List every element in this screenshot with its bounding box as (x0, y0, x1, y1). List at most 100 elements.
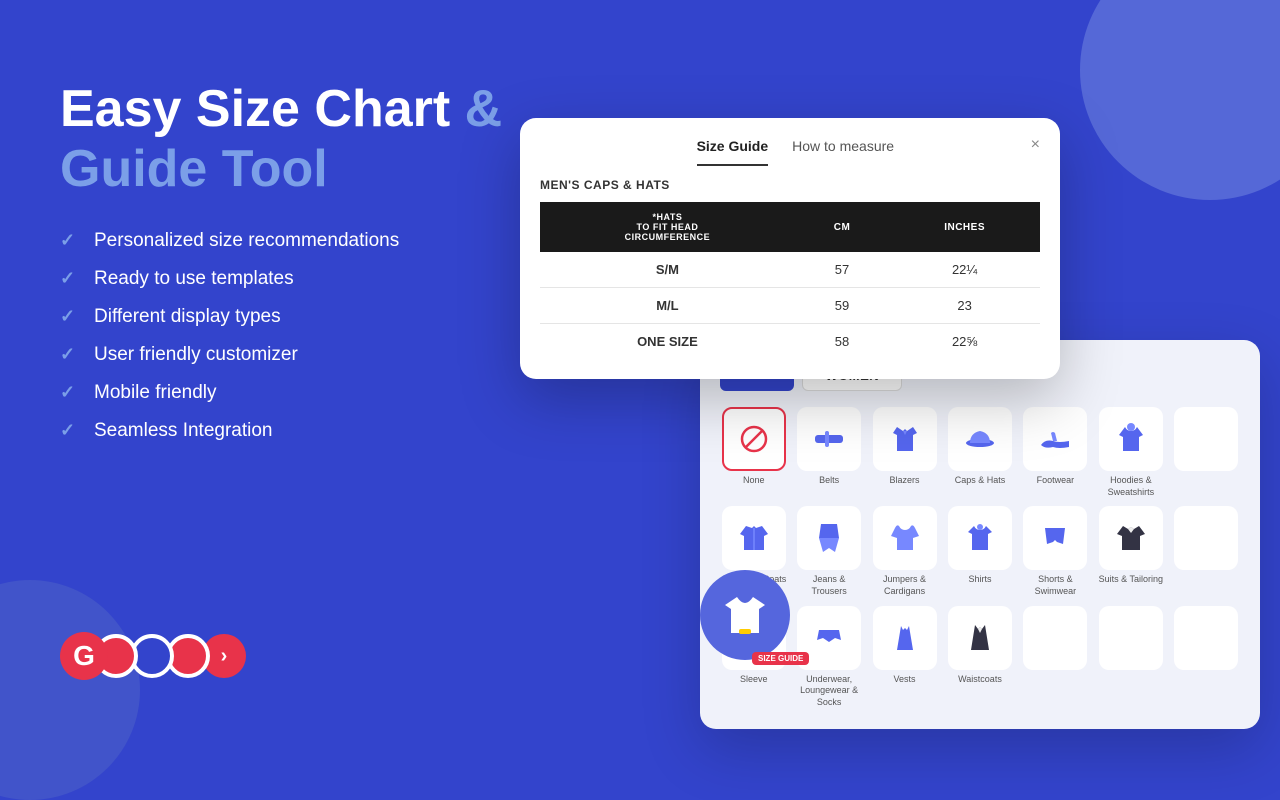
feature-item-3: ✓ Different display types (60, 306, 520, 328)
col-header-cm: CM (795, 202, 889, 252)
category-jeans[interactable]: Jeans & Trousers (795, 506, 862, 597)
category-empty-5 (1173, 606, 1240, 709)
inches-sm: 22¼ (889, 252, 1040, 288)
category-none-label: None (743, 475, 765, 487)
logo-circles (102, 634, 210, 678)
cm-sm: 57 (795, 252, 889, 288)
jumpers-icon-box (873, 506, 937, 570)
features-list: ✓ Personalized size recommendations ✓ Re… (60, 230, 520, 442)
cm-ml: 59 (795, 288, 889, 324)
category-underwear-label: Underwear, Loungewear & Socks (795, 674, 862, 709)
col-header-size: *HATSTO FIT HEADCIRCUMFERENCE (540, 202, 795, 252)
category-belts[interactable]: Belts (795, 407, 862, 498)
vests-icon-box (873, 606, 937, 670)
category-hoodies[interactable]: Hoodies & Sweatshirts (1097, 407, 1164, 498)
category-waistcoats[interactable]: Waistcoats (946, 606, 1013, 709)
card-header: Size Guide How to measure × (520, 118, 1060, 166)
category-blazers[interactable]: Blazers (871, 407, 938, 498)
category-waistcoats-label: Waistcoats (958, 674, 1002, 686)
logo: G › (60, 632, 246, 680)
none-icon-box (722, 407, 786, 471)
card-body: MEN'S CAPS & HATS *HATSTO FIT HEADCIRCUM… (520, 166, 1060, 379)
category-empty-1 (1173, 407, 1240, 498)
table-row-ml: M/L 59 23 (540, 288, 1040, 324)
inches-ml: 23 (889, 288, 1040, 324)
tab-how-to-measure[interactable]: How to measure (792, 138, 894, 166)
empty-2-box (1174, 506, 1238, 570)
suits-icon-box (1099, 506, 1163, 570)
category-shorts[interactable]: Shorts & Swimwear (1022, 506, 1089, 597)
belts-icon-box (797, 407, 861, 471)
category-card: MEN WOMEN None Belts (700, 340, 1260, 729)
category-belts-label: Belts (819, 475, 839, 487)
check-icon-6: ✓ (60, 420, 80, 441)
category-vests[interactable]: Vests (871, 606, 938, 709)
floating-shirt (700, 570, 790, 660)
feature-item-5: ✓ Mobile friendly (60, 382, 520, 404)
category-jeans-label: Jeans & Trousers (795, 574, 862, 597)
empty-3-box (1023, 606, 1087, 670)
main-title: Easy Size Chart & Guide Tool (60, 80, 520, 200)
left-panel: Easy Size Chart & Guide Tool ✓ Personali… (60, 80, 520, 442)
size-table: *HATSTO FIT HEADCIRCUMFERENCE CM INCHES … (540, 202, 1040, 359)
logo-letter: G (60, 632, 108, 680)
empty-1-box (1174, 407, 1238, 471)
tab-size-guide[interactable]: Size Guide (697, 138, 769, 166)
feature-item-6: ✓ Seamless Integration (60, 420, 520, 442)
blazers-icon-box (873, 407, 937, 471)
category-sleeve-label: Sleeve (740, 674, 768, 686)
table-row-onesize: ONE SIZE 58 22⅝ (540, 324, 1040, 360)
cm-onesize: 58 (795, 324, 889, 360)
category-shirts[interactable]: Shirts (946, 506, 1013, 597)
category-shorts-label: Shorts & Swimwear (1022, 574, 1089, 597)
category-jumpers[interactable]: Jumpers & Cardigans (871, 506, 938, 597)
category-empty-2 (1173, 506, 1240, 597)
footwear-icon-box (1023, 407, 1087, 471)
jackets-icon-box (722, 506, 786, 570)
empty-5-box (1174, 606, 1238, 670)
category-shirts-label: Shirts (968, 574, 991, 586)
check-icon-5: ✓ (60, 382, 80, 403)
category-blazers-label: Blazers (890, 475, 920, 487)
category-jumpers-label: Jumpers & Cardigans (871, 574, 938, 597)
col-header-inches: INCHES (889, 202, 1040, 252)
category-hoodies-label: Hoodies & Sweatshirts (1097, 475, 1164, 498)
size-sm: S/M (540, 252, 795, 288)
size-guide-card: Size Guide How to measure × MEN'S CAPS &… (520, 118, 1060, 379)
feature-item-4: ✓ User friendly customizer (60, 344, 520, 366)
feature-label-3: Different display types (94, 306, 281, 328)
feature-label-4: User friendly customizer (94, 344, 298, 366)
hoodies-icon-box (1099, 407, 1163, 471)
title-line1-white: Easy Size Chart (60, 80, 450, 138)
category-empty-4 (1097, 606, 1164, 709)
category-footwear-label: Footwear (1037, 475, 1075, 487)
category-caps-hats-label: Caps & Hats (955, 475, 1006, 487)
feature-label-1: Personalized size recommendations (94, 230, 399, 252)
waistcoats-icon-box (948, 606, 1012, 670)
category-empty-3 (1022, 606, 1089, 709)
shorts-icon-box (1023, 506, 1087, 570)
category-vests-label: Vests (894, 674, 916, 686)
close-button[interactable]: × (1031, 136, 1040, 154)
feature-item-1: ✓ Personalized size recommendations (60, 230, 520, 252)
feature-label-6: Seamless Integration (94, 420, 273, 442)
check-icon-3: ✓ (60, 306, 80, 327)
section-title: MEN'S CAPS & HATS (540, 178, 1040, 192)
empty-4-box (1099, 606, 1163, 670)
category-footwear[interactable]: Footwear (1022, 407, 1089, 498)
table-row-sm: S/M 57 22¼ (540, 252, 1040, 288)
category-suits[interactable]: Suits & Tailoring (1097, 506, 1164, 597)
check-icon-2: ✓ (60, 268, 80, 289)
feature-item-2: ✓ Ready to use templates (60, 268, 520, 290)
category-caps-hats[interactable]: Caps & Hats (946, 407, 1013, 498)
shirt-badge: SIZE GUIDE (752, 652, 809, 665)
title-line2: Guide Tool (60, 140, 328, 198)
category-suits-label: Suits & Tailoring (1099, 574, 1163, 586)
card-tabs: Size Guide How to measure (560, 134, 1031, 166)
size-ml: M/L (540, 288, 795, 324)
size-onesize: ONE SIZE (540, 324, 795, 360)
feature-label-5: Mobile friendly (94, 382, 217, 404)
inches-onesize: 22⅝ (889, 324, 1040, 360)
category-none[interactable]: None (720, 407, 787, 498)
jeans-icon-box (797, 506, 861, 570)
